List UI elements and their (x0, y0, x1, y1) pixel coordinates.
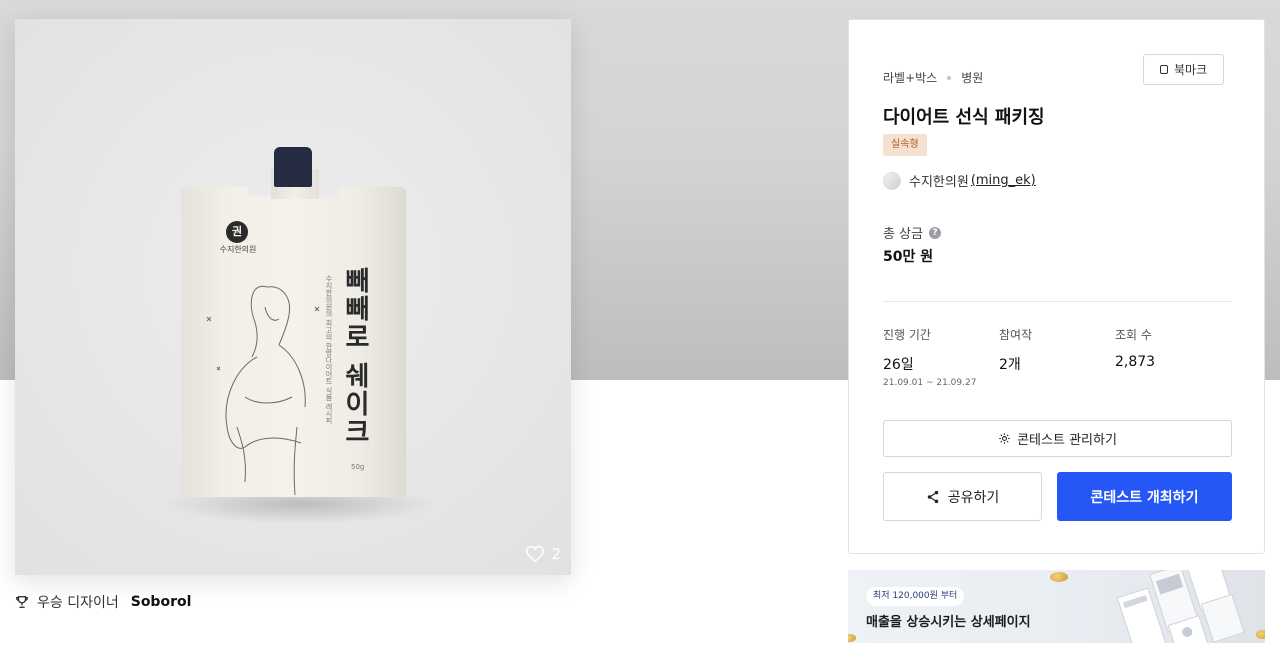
ad-banner[interactable]: 최저 120,000원 부터 매출을 상승시키는 상세페이지 (848, 570, 1265, 643)
duration-range: 21.09.01 ~ 21.09.27 (883, 378, 977, 388)
prize-label: 총 상금 ? (883, 223, 942, 242)
duration-value: 26일 (883, 357, 914, 373)
breadcrumb: 라벨+박스 병원 (883, 69, 983, 86)
breadcrumb-industry[interactable]: 병원 (961, 69, 983, 86)
heart-icon (526, 545, 545, 563)
stat-participants: 참여작 2개 (999, 326, 1032, 374)
woman-illustration (206, 285, 320, 496)
stat-duration: 진행 기간 26일 21.09.01 ~ 21.09.27 (883, 326, 976, 388)
contest-info-panel: 라벨+박스 병원 북마크 다이어트 선식 패키징 실속형 수지한의원 (ming… (848, 19, 1265, 554)
coin-decoration (1050, 572, 1068, 582)
ad-price-pill: 최저 120,000원 부터 (866, 587, 965, 606)
pouch-brand: 수지한의원 (219, 245, 257, 254)
stat-views: 조회 수 2,873 (1115, 326, 1155, 370)
pouch-title: 빼빼로 쉐이크 (340, 267, 370, 447)
views-value: 2,873 (1115, 354, 1156, 370)
manage-contest-label: 콘테스트 관리하기 (1017, 433, 1117, 448)
bookmark-label: 북마크 (1173, 63, 1208, 77)
client-name: 수지한의원 (909, 175, 969, 190)
winner-name[interactable]: Soborol (131, 594, 192, 610)
breadcrumb-category[interactable]: 라벨+박스 (883, 69, 937, 86)
pouch-cap (274, 147, 312, 187)
coin-decoration (1256, 630, 1265, 639)
plan-badge: 실속형 (883, 134, 927, 156)
like-button[interactable]: 2 (525, 545, 561, 563)
duration-label: 진행 기간 (883, 328, 931, 342)
help-icon[interactable]: ? (929, 226, 942, 239)
pouch-logo: 권 (226, 221, 248, 243)
bookmark-button[interactable]: 북마크 (1143, 54, 1224, 85)
trophy-icon (16, 596, 28, 608)
breadcrumb-separator (947, 75, 952, 80)
client-handle[interactable]: (ming_ek) (971, 173, 1036, 188)
prize-label-text: 총 상금 (883, 227, 924, 242)
ad-headline: 매출을 상승시키는 상세페이지 (866, 615, 1031, 630)
share-icon (927, 490, 938, 503)
pouch-subtitle: 수지한의원의 최고의 한방다이어트 식품 레시피 (325, 275, 333, 424)
divider (883, 301, 1232, 302)
share-button[interactable]: 공유하기 (883, 472, 1042, 521)
like-count: 2 (551, 545, 561, 563)
client-info: 수지한의원 (ming_ek) (883, 171, 1036, 190)
bookmark-icon (1159, 65, 1168, 74)
client-avatar (883, 171, 901, 190)
participants-label: 참여작 (999, 328, 1033, 342)
product-image[interactable]: 권 수지한의원 빼빼로 쉐이크 수지한의원의 최고의 한방다이어트 식품 레시피… (15, 19, 571, 575)
host-contest-button[interactable]: 콘테스트 개최하기 (1057, 472, 1232, 521)
prize-value: 50만 원 (883, 249, 934, 265)
winner-label: 우승 디자이너 (37, 595, 119, 611)
participants-value: 2개 (999, 357, 1021, 373)
manage-contest-button[interactable]: 콘테스트 관리하기 (883, 420, 1232, 457)
winner-designer: 우승 디자이너 Soborol (15, 592, 191, 612)
contest-title: 다이어트 선식 패키징 (883, 107, 1045, 128)
coin-decoration (848, 634, 856, 642)
share-label: 공유하기 (947, 489, 1000, 506)
pouch-weight: 50g (351, 463, 365, 471)
views-label: 조회 수 (1115, 328, 1152, 342)
ad-visual (1116, 570, 1245, 643)
gear-icon (999, 433, 1010, 444)
